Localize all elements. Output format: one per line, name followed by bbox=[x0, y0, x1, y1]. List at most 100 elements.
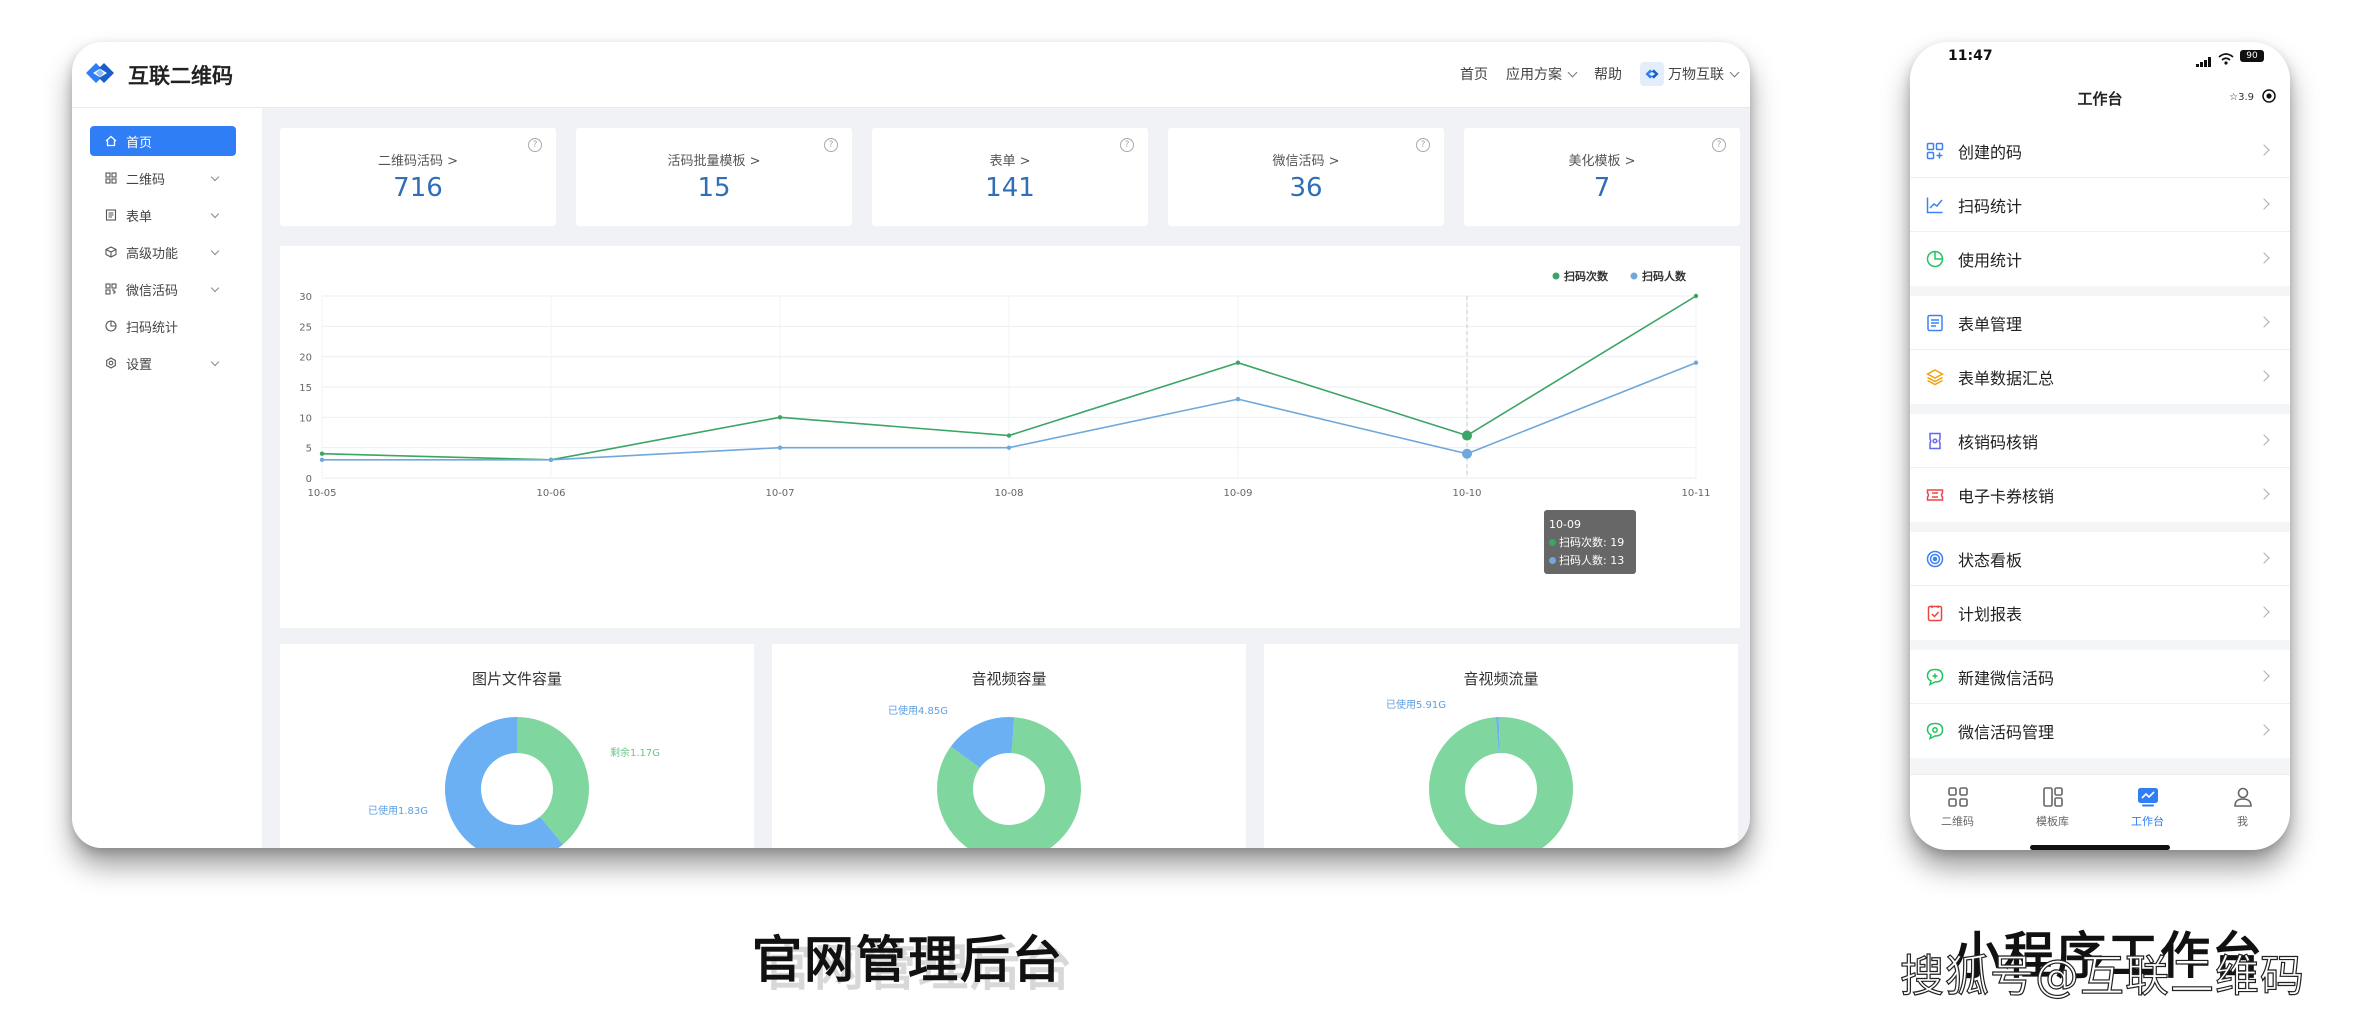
menu-item[interactable]: 状态看板 bbox=[1910, 532, 2290, 586]
chevron-right-icon bbox=[2258, 552, 2270, 564]
menu-item-label: 电子卡券核销 bbox=[1958, 487, 2055, 506]
nav-user-menu[interactable]: 万物互联 bbox=[1640, 62, 1740, 86]
chart-tooltip: 10-09 扫码次数: 19 扫码人数: 13 bbox=[1544, 510, 1636, 574]
menu-item[interactable]: 使用统计 bbox=[1910, 232, 2290, 286]
pie-chart-icon bbox=[1924, 248, 1946, 270]
help-icon[interactable]: ? bbox=[824, 138, 838, 152]
stat-card-form[interactable]: ? 表单 > 141 bbox=[872, 128, 1148, 226]
home-icon bbox=[104, 134, 118, 148]
pie-slice-label: 已使用4.85G bbox=[888, 704, 948, 717]
y-tick-label: 25 bbox=[299, 322, 312, 333]
layers-icon bbox=[1924, 366, 1946, 388]
line-chart-icon bbox=[1924, 194, 1946, 216]
stat-card-beautify[interactable]: ? 美化模板 > 7 bbox=[1464, 128, 1740, 226]
sidebar-item-qrcode[interactable]: 二维码 bbox=[90, 163, 236, 193]
menu-item-label: 扫码统计 bbox=[1958, 196, 2023, 216]
data-point bbox=[1693, 360, 1699, 365]
sidebar-item-form[interactable]: 表单 bbox=[90, 200, 236, 230]
menu-group: 核销码核销电子卡券核销 bbox=[1910, 414, 2290, 522]
pie-title: 音视频容量 bbox=[971, 670, 1047, 688]
chevron-right-icon bbox=[2258, 434, 2270, 446]
menu-item[interactable]: 电子卡券核销 bbox=[1910, 468, 2290, 522]
sidebar-item-wechat[interactable]: 微信活码 bbox=[90, 274, 236, 304]
chat-plus-icon bbox=[1924, 666, 1946, 688]
menu-item[interactable]: 创建的码 bbox=[1910, 124, 2290, 178]
logo-icon bbox=[82, 58, 118, 92]
sidebar-item-settings[interactable]: 设置 bbox=[90, 348, 236, 378]
menu-item-label: 新建微信活码 bbox=[1958, 668, 2055, 688]
qrcode-icon bbox=[104, 282, 118, 296]
data-point bbox=[777, 445, 783, 450]
help-icon[interactable]: ? bbox=[1416, 138, 1430, 152]
tab-qrcode[interactable]: 二维码 bbox=[1910, 775, 2005, 850]
qrcode-icon bbox=[1910, 785, 2005, 809]
pie-card-av-capacity: 音视频容量 已使用4.85G bbox=[772, 644, 1246, 848]
chevron-right-icon bbox=[2258, 488, 2270, 500]
target-icon bbox=[1924, 548, 1946, 570]
form-list-icon bbox=[1924, 312, 1946, 334]
sidebar-item-advanced[interactable]: 高级功能 bbox=[90, 237, 236, 267]
legend-label: 扫码次数 bbox=[1564, 269, 1609, 283]
stat-value: 15 bbox=[697, 173, 731, 203]
pie-card-image-capacity: 图片文件容量 剩余1.17G 已使用1.83G bbox=[280, 644, 754, 848]
nav-home[interactable]: 首页 bbox=[1460, 64, 1488, 84]
menu-group: 新建微信活码微信活码管理 bbox=[1910, 650, 2290, 758]
menu-item[interactable]: 表单管理 bbox=[1910, 296, 2290, 350]
nav-help[interactable]: 帮助 bbox=[1594, 64, 1622, 84]
tab-templates[interactable]: 模板库 bbox=[2005, 775, 2100, 850]
stat-value: 7 bbox=[1593, 173, 1611, 203]
menu-item[interactable]: 表单数据汇总 bbox=[1910, 350, 2290, 404]
menu-item-label: 使用统计 bbox=[1958, 251, 2023, 270]
sidebar: 首页 二维码 表单 高级功能 微信活码 扫码统计 设置 bbox=[72, 108, 262, 848]
brand-name: 互联二维码 bbox=[128, 64, 233, 88]
tooltip-line2: 扫码人数: 13 bbox=[1549, 552, 1631, 570]
tab-me[interactable]: 我 bbox=[2195, 775, 2290, 850]
menu-item[interactable]: 新建微信活码 bbox=[1910, 650, 2290, 704]
chevron-right-icon bbox=[2258, 606, 2270, 618]
sidebar-item-label: 二维码 bbox=[126, 172, 166, 188]
sidebar-item-label: 设置 bbox=[126, 357, 153, 373]
brand[interactable]: 互联二维码 bbox=[82, 58, 233, 92]
nav-solutions[interactable]: 应用方案 bbox=[1506, 64, 1578, 84]
tab-workbench[interactable]: 工作台 bbox=[2100, 775, 2195, 850]
data-point bbox=[1006, 433, 1012, 438]
sidebar-item-scan-stats[interactable]: 扫码统计 bbox=[90, 311, 236, 341]
dot-icon bbox=[1549, 557, 1556, 564]
y-tick-label: 15 bbox=[299, 383, 312, 394]
menu-item[interactable]: 微信活码管理 bbox=[1910, 704, 2290, 758]
menu-item[interactable]: 核销码核销 bbox=[1910, 414, 2290, 468]
menu-item-label: 表单管理 bbox=[1958, 314, 2023, 334]
title-bar: 工作台 ☆3.9 bbox=[1910, 76, 2290, 124]
menu-group: 创建的码扫码统计使用统计 bbox=[1910, 124, 2290, 286]
stat-card-batch-template[interactable]: ? 活码批量模板 > 15 bbox=[576, 128, 852, 226]
chevron-right-icon bbox=[2258, 670, 2270, 682]
capsule[interactable]: ☆3.9 bbox=[2229, 89, 2276, 106]
y-tick-label: 0 bbox=[306, 474, 312, 485]
menu-item-label: 计划报表 bbox=[1958, 605, 2023, 624]
record-icon[interactable] bbox=[2262, 89, 2276, 106]
user-logo-icon bbox=[1640, 62, 1664, 86]
pie-slice-label: 已使用1.83G bbox=[368, 804, 428, 817]
help-icon[interactable]: ? bbox=[528, 138, 542, 152]
pie-title: 音视频流量 bbox=[1463, 670, 1539, 688]
scan-line-chart[interactable]: 05101520253010-05 10-06 10-07 10-08 10-09 10-… bbox=[280, 246, 1740, 628]
tooltip-date: 10-09 bbox=[1549, 518, 1581, 531]
chevron-right-icon bbox=[2258, 724, 2270, 736]
help-icon[interactable]: ? bbox=[1712, 138, 1726, 152]
chevron-down-icon bbox=[210, 283, 220, 293]
stat-label: 美化模板 > bbox=[1568, 154, 1636, 169]
mini-program-phone: 11:47 90 工作台 ☆3.9 创建的码 扫码统计 使用统计 表单管理 表单数据汇总… bbox=[1910, 42, 2290, 850]
stat-card-wechat[interactable]: ? 微信活码 > 36 bbox=[1168, 128, 1444, 226]
stat-label: 表单 > bbox=[989, 154, 1031, 169]
desktop-admin-window: 互联二维码 首页 应用方案 帮助 万物互联 首页 二维码 表单 高级功能 微信活… bbox=[72, 42, 1750, 848]
tooltip-line2-text: 扫码人数: 13 bbox=[1559, 554, 1625, 567]
menu-item[interactable]: 计划报表 bbox=[1910, 586, 2290, 640]
chevron-down-icon bbox=[210, 172, 220, 182]
menu-item[interactable]: 扫码统计 bbox=[1910, 178, 2290, 232]
user-icon bbox=[2195, 785, 2290, 809]
pie-card-av-traffic: 音视频流量 已使用5.91G bbox=[1264, 644, 1738, 848]
sidebar-item-home[interactable]: 首页 bbox=[90, 126, 236, 156]
stat-card-qrcode[interactable]: ? 二维码活码 > 716 bbox=[280, 128, 556, 226]
help-icon[interactable]: ? bbox=[1120, 138, 1134, 152]
battery-icon: 90 bbox=[2240, 50, 2264, 62]
